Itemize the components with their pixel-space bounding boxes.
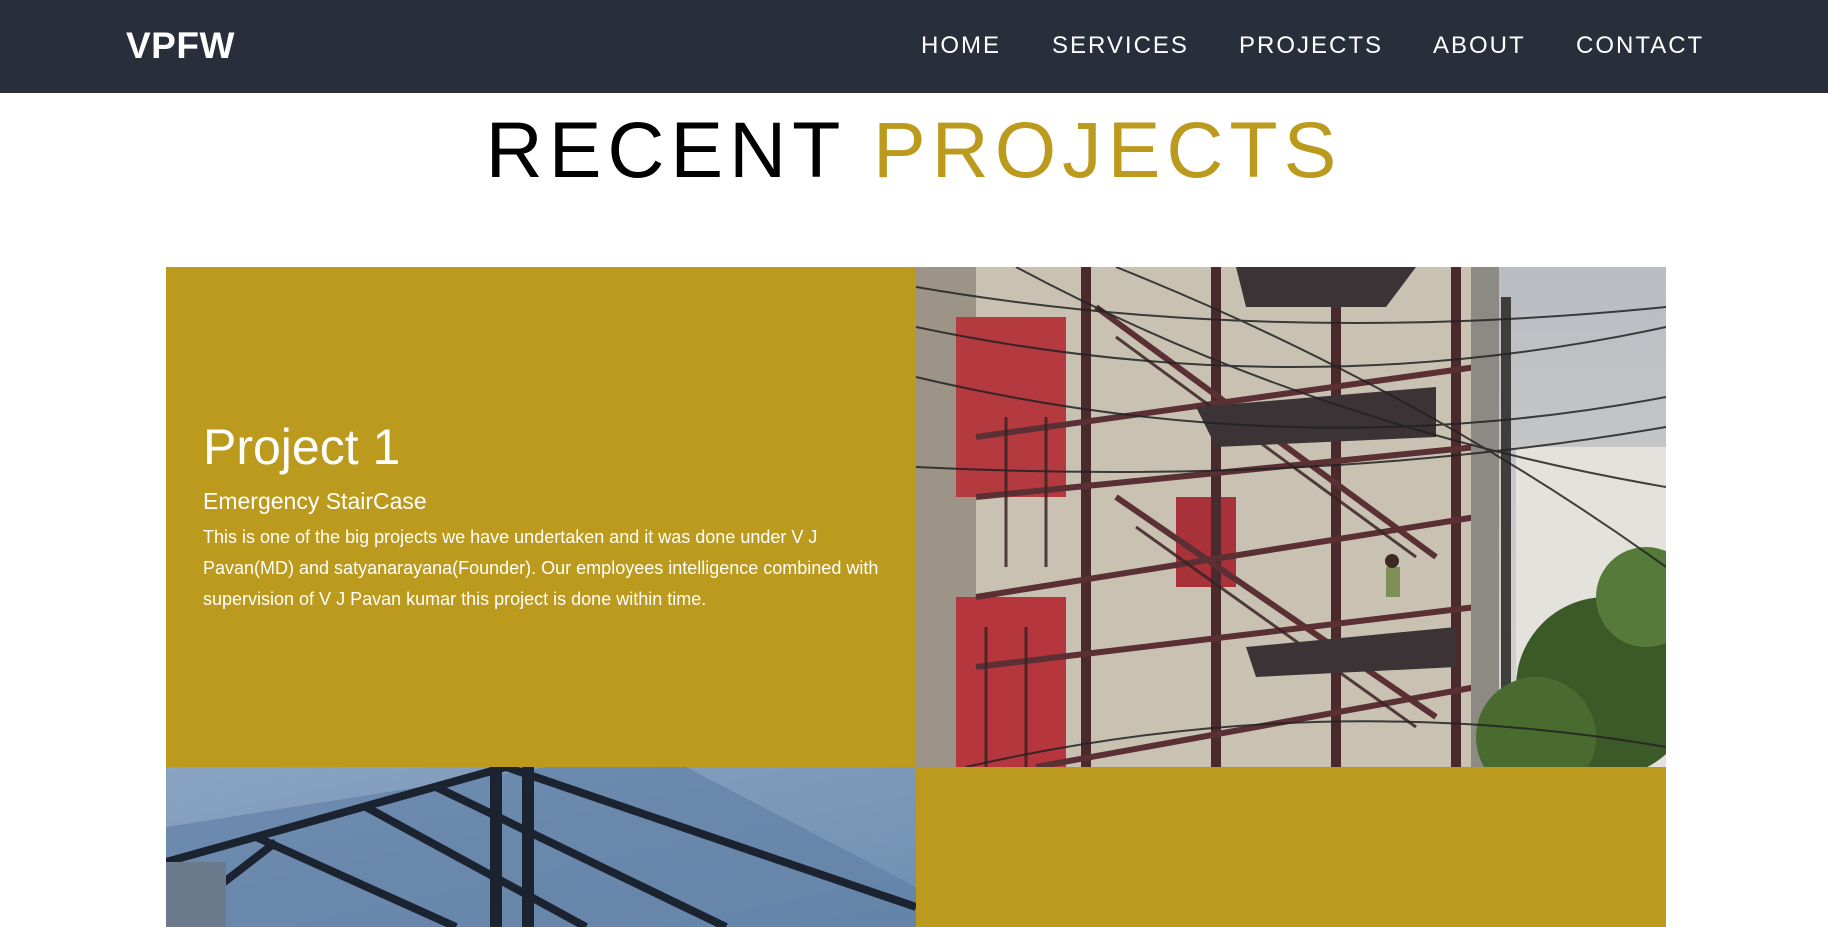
nav-link-about[interactable]: ABOUT	[1433, 31, 1526, 61]
nav-link-services[interactable]: SERVICES	[1052, 31, 1189, 61]
project-2-card	[916, 767, 1666, 927]
nav-link-contact[interactable]: CONTACT	[1576, 31, 1704, 61]
heading-word-projects: PROJECTS	[872, 105, 1343, 194]
emergency-staircase-photo	[916, 267, 1666, 767]
nav-link-projects[interactable]: PROJECTS	[1239, 31, 1383, 61]
navbar: VPFW HOME SERVICES PROJECTS ABOUT CONTAC…	[0, 0, 1828, 93]
heading-word-recent: RECENT	[485, 105, 846, 194]
brand-logo[interactable]: VPFW	[126, 24, 235, 68]
project-1-card	[166, 267, 916, 767]
project-1-subtitle: Emergency StairCase	[203, 488, 427, 514]
nav-link-home[interactable]: HOME	[921, 31, 1001, 61]
project-1-title: Project 1	[203, 419, 401, 475]
section-heading: RECENT PROJECTS	[0, 104, 1828, 196]
roof-structure-photo	[166, 767, 916, 927]
project-1-description: This is one of the big projects we have …	[203, 527, 879, 609]
